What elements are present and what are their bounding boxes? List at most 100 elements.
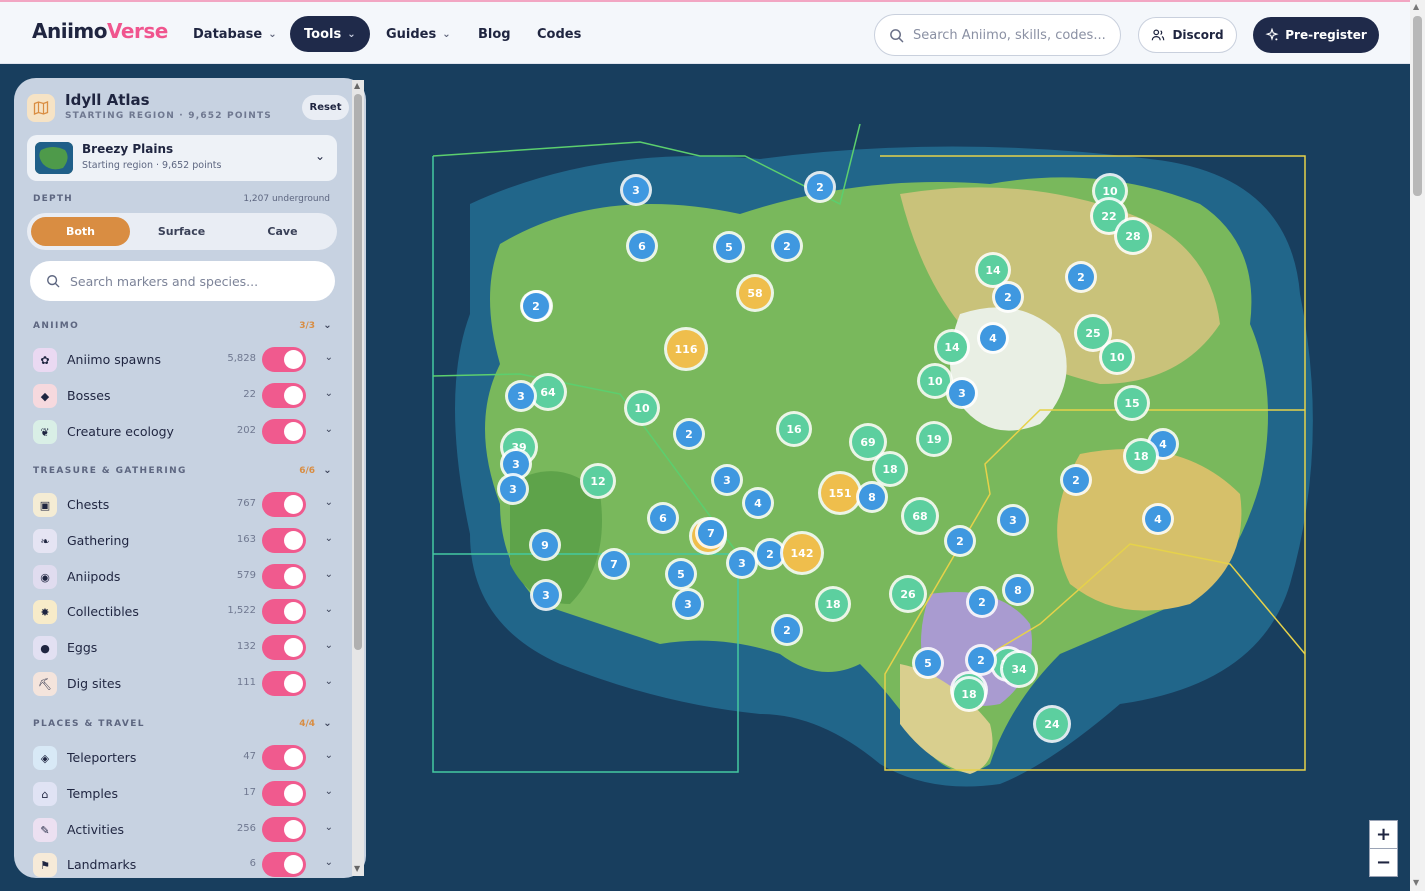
map-cluster-marker[interactable]: 8	[856, 481, 888, 513]
map-cluster-marker[interactable]: 4	[977, 322, 1009, 354]
map-cluster-marker[interactable]: 7	[598, 548, 630, 580]
map-cluster-marker[interactable]: 5	[912, 647, 944, 679]
chevron-down-icon[interactable]: ⌄	[325, 676, 333, 687]
layer-row-gathering[interactable]: ❧ Gathering 163 ⌄	[33, 527, 333, 555]
map-cluster-marker[interactable]: 18	[815, 586, 851, 622]
map-cluster-marker[interactable]: 2	[965, 644, 997, 676]
map-cluster-marker[interactable]: 151	[818, 471, 862, 515]
layer-toggle[interactable]	[262, 564, 306, 589]
zoom-out-button[interactable]: −	[1369, 848, 1398, 877]
map-cluster-marker[interactable]: 3	[530, 579, 562, 611]
map-cluster-marker[interactable]: 2	[520, 290, 552, 322]
page-scrollbar-thumb[interactable]	[1413, 16, 1422, 196]
chevron-down-icon[interactable]: ⌄	[325, 857, 333, 868]
layer-row-aniimo-spawns[interactable]: ✿ Aniimo spawns 5,828 ⌄	[33, 346, 333, 374]
map-cluster-marker[interactable]: 4	[742, 487, 774, 519]
layer-toggle[interactable]	[262, 817, 306, 842]
map-cluster-marker[interactable]: 2	[771, 230, 803, 262]
chevron-down-icon[interactable]: ⌄	[325, 497, 333, 508]
map-cluster-marker[interactable]: 142	[780, 531, 824, 575]
map-cluster-marker[interactable]: 5	[665, 558, 697, 590]
layer-row-teleporters[interactable]: ◈ Teleporters 47 ⌄	[33, 744, 333, 772]
layer-row-aniipods[interactable]: ◉ Aniipods 579 ⌄	[33, 563, 333, 591]
preregister-button[interactable]: Pre-register	[1253, 17, 1379, 53]
layer-row-temples[interactable]: ⌂ Temples 17 ⌄	[33, 780, 333, 808]
map-cluster-marker[interactable]: 26	[889, 575, 927, 613]
layer-row-activities[interactable]: ✎ Activities 256 ⌄	[33, 816, 333, 844]
panel-scrollbar-thumb[interactable]	[354, 94, 362, 650]
layer-toggle[interactable]	[262, 528, 306, 553]
map-cluster-marker[interactable]: 2	[1060, 464, 1092, 496]
map-cluster-marker[interactable]: 25	[1074, 314, 1112, 352]
chevron-down-icon[interactable]: ⌄	[325, 604, 333, 615]
map-cluster-marker[interactable]: 10	[624, 390, 660, 426]
discord-button[interactable]: Discord	[1138, 17, 1237, 53]
layer-row-eggs[interactable]: ● Eggs 132 ⌄	[33, 634, 333, 662]
map-cluster-marker[interactable]: 28	[1114, 217, 1152, 255]
chevron-down-icon[interactable]: ⌄	[325, 750, 333, 761]
map-cluster-marker[interactable]: 4	[1142, 503, 1174, 535]
map-cluster-marker[interactable]: 2	[771, 614, 803, 646]
map-cluster-marker[interactable]: 15	[1114, 385, 1150, 421]
map-cluster-marker[interactable]: 3	[997, 504, 1029, 536]
map-cluster-marker[interactable]: 12	[580, 463, 616, 499]
chevron-down-icon[interactable]: ⌄	[325, 640, 333, 651]
map-cluster-marker[interactable]: 16	[776, 411, 812, 447]
site-logo[interactable]: AniimoVerse	[32, 19, 168, 43]
panel-scrollbar[interactable]: ▲ ▼	[352, 80, 364, 876]
scroll-down-icon[interactable]: ▼	[354, 864, 360, 873]
map-cluster-marker[interactable]: 3	[726, 547, 758, 579]
layer-toggle[interactable]	[262, 745, 306, 770]
map-cluster-marker[interactable]: 14	[975, 252, 1011, 288]
map-cluster-marker[interactable]: 19	[916, 421, 952, 457]
chevron-down-icon[interactable]: ⌄	[325, 533, 333, 544]
layer-row-collectibles[interactable]: ✸ Collectibles 1,522 ⌄	[33, 598, 333, 626]
chevron-down-icon[interactable]: ⌄	[325, 786, 333, 797]
depth-option-surface[interactable]: Surface	[132, 217, 231, 246]
map-cluster-marker[interactable]: 3	[711, 464, 743, 496]
layer-toggle[interactable]	[262, 852, 306, 877]
map-cluster-marker[interactable]: 14	[934, 329, 970, 365]
map-cluster-marker[interactable]: 8	[1002, 574, 1034, 606]
section-aniimo[interactable]: ANIIMO 3/3 ⌄	[33, 320, 333, 335]
map-cluster-marker[interactable]: 18	[872, 451, 908, 487]
chevron-down-icon[interactable]: ⌄	[325, 569, 333, 580]
reset-button[interactable]: Reset	[302, 95, 349, 120]
chevron-down-icon[interactable]: ⌄	[325, 388, 333, 399]
map-cluster-marker[interactable]: 58	[736, 274, 774, 312]
map-cluster-marker[interactable]: 18	[951, 676, 987, 712]
marker-search-input[interactable]: Search markers and species...	[30, 261, 335, 301]
nav-codes[interactable]: Codes	[537, 16, 581, 52]
page-scrollbar[interactable]: ▲ ▼	[1410, 0, 1425, 891]
scroll-up-icon[interactable]: ▲	[354, 81, 360, 90]
site-search-input[interactable]: Search Aniimo, skills, codes...	[874, 14, 1121, 56]
map-cluster-marker[interactable]: 5	[713, 231, 745, 263]
layer-toggle[interactable]	[262, 671, 306, 696]
chevron-down-icon[interactable]: ⌄	[325, 352, 333, 363]
map-cluster-marker[interactable]: 9	[529, 529, 561, 561]
layer-toggle[interactable]	[262, 781, 306, 806]
section-treasure-gathering[interactable]: TREASURE & GATHERING 6/6 ⌄	[33, 465, 333, 480]
map-cluster-marker[interactable]: 2	[1065, 261, 1097, 293]
nav-blog[interactable]: Blog	[478, 16, 511, 52]
map-cluster-marker[interactable]: 68	[901, 497, 939, 535]
layer-toggle[interactable]	[262, 635, 306, 660]
nav-tools[interactable]: Tools ⌄	[290, 16, 370, 52]
zoom-in-button[interactable]: +	[1369, 820, 1398, 849]
map-cluster-marker[interactable]: 116	[664, 327, 708, 371]
layer-row-chests[interactable]: ▣ Chests 767 ⌄	[33, 491, 333, 519]
section-places-travel[interactable]: PLACES & TRAVEL 4/4 ⌄	[33, 718, 333, 733]
map-cluster-marker[interactable]: 7	[695, 517, 727, 549]
layer-row-bosses[interactable]: ◆ Bosses 22 ⌄	[33, 382, 333, 410]
map-cluster-marker[interactable]: 2	[673, 418, 705, 450]
map-cluster-marker[interactable]: 18	[1123, 438, 1159, 474]
layer-toggle[interactable]	[262, 419, 306, 444]
layer-row-dig-sites[interactable]: ⛏ Dig sites 111 ⌄	[33, 670, 333, 698]
map-cluster-marker[interactable]: 2	[944, 525, 976, 557]
map-cluster-marker[interactable]: 24	[1033, 705, 1071, 743]
layer-toggle[interactable]	[262, 383, 306, 408]
depth-option-both[interactable]: Both	[31, 217, 130, 246]
map-cluster-marker[interactable]: 3	[620, 174, 652, 206]
map-cluster-marker[interactable]: 3	[497, 473, 529, 505]
layer-toggle[interactable]	[262, 347, 306, 372]
